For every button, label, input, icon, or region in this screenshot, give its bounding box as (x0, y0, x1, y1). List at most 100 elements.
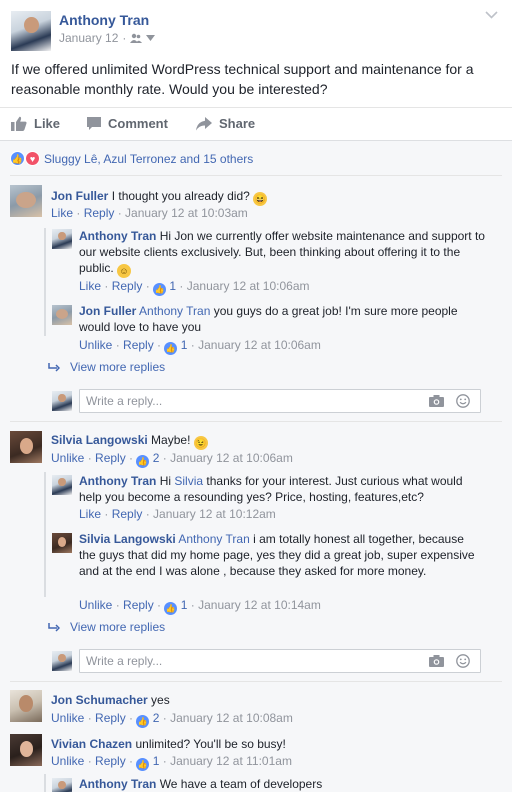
comment-author[interactable]: Jon Schumacher (51, 693, 148, 707)
post-card: Anthony Tran January 12 · If we offered … (0, 0, 512, 141)
reply-like-link[interactable]: Unlike (79, 598, 112, 612)
reply-input[interactable] (80, 390, 400, 412)
reply-mention[interactable]: Silvia (174, 474, 203, 488)
like-count[interactable]: 1 (169, 279, 176, 293)
like-count[interactable]: 1 (181, 338, 188, 352)
reply-meta: Unlike · Reply · 👍 1 · January 12 at 10:… (79, 338, 321, 355)
post-divider (0, 107, 512, 108)
reply-avatar[interactable] (52, 778, 72, 792)
like-count[interactable]: 2 (153, 451, 160, 465)
like-count-icon: 👍 (164, 342, 178, 355)
caret-down-icon[interactable] (146, 35, 156, 41)
like-count-icon: 👍 (164, 602, 178, 615)
post-options-chevron-icon[interactable] (485, 11, 498, 19)
emoji-picker-icon[interactable] (456, 654, 470, 668)
commenter-avatar[interactable] (10, 734, 42, 766)
comment-jon-fuller: Jon Fuller I thought you already did? 😆 (51, 188, 268, 206)
view-more-label: View more replies (70, 620, 166, 634)
post-body-text: If we offered unlimited WordPress techni… (11, 61, 474, 97)
reply-reply-link[interactable]: Reply (112, 507, 143, 521)
comment-like-link[interactable]: Unlike (51, 451, 84, 465)
comment-text: unlimited? You'll be so busy! (135, 737, 286, 751)
reply-time[interactable]: January 12 at 10:06am (187, 279, 310, 293)
reply-like-link[interactable]: Like (79, 279, 101, 293)
reply-box (79, 389, 481, 413)
love-reaction-icon: ♥ (25, 151, 40, 166)
camera-icon[interactable] (429, 655, 444, 667)
reply-box-avatar (52, 391, 72, 411)
reply-author[interactable]: Anthony Tran (79, 474, 156, 488)
reply-anthony-tran: Anthony Tran We have a team of developer… (79, 776, 322, 792)
reply-avatar[interactable] (52, 305, 72, 325)
reply-silvia-langowski: Silvia Langowski Anthony Tran i am total… (79, 531, 479, 579)
like-count-icon: 👍 (136, 758, 150, 771)
like-count-icon: 👍 (153, 283, 167, 296)
comment-vivian-chazen: Vivian Chazen unlimited? You'll be so bu… (51, 736, 286, 752)
comment-author[interactable]: Silvia Langowski (51, 433, 148, 447)
reply-time[interactable]: January 12 at 10:12am (153, 507, 276, 521)
comment-meta: Unlike · Reply · 👍 1 · January 12 at 11:… (51, 754, 292, 771)
view-more-replies[interactable]: View more replies (48, 620, 165, 634)
reply-like-link[interactable]: Like (79, 507, 101, 521)
comment-reply-link[interactable]: Reply (95, 451, 126, 465)
comment-time[interactable]: January 12 at 10:08am (170, 711, 293, 725)
reply-box (79, 649, 481, 673)
like-button[interactable]: Like (11, 116, 60, 131)
comment-like-link[interactable]: Like (51, 206, 73, 220)
commenter-avatar[interactable] (10, 185, 42, 217)
camera-icon[interactable] (429, 395, 444, 407)
reply-reply-link[interactable]: Reply (112, 279, 143, 293)
comment-button[interactable]: Comment (87, 116, 168, 131)
comment-author[interactable]: Vivian Chazen (51, 737, 132, 751)
comment-like-link[interactable]: Unlike (51, 711, 84, 725)
reply-time[interactable]: January 12 at 10:06am (198, 338, 321, 352)
reply-text: you guys do a great job! I'm sure more p… (79, 304, 458, 334)
reply-avatar[interactable] (52, 533, 72, 553)
like-label: Like (34, 116, 61, 131)
reply-mention[interactable]: Anthony Tran (178, 532, 249, 546)
comment-like-link[interactable]: Unlike (51, 754, 84, 768)
comment-time[interactable]: January 12 at 10:03am (125, 206, 248, 220)
reply-author[interactable]: Silvia Langowski (79, 532, 176, 546)
reply-time[interactable]: January 12 at 10:14am (198, 598, 321, 612)
reply-like-link[interactable]: Unlike (79, 338, 112, 352)
reply-reply-link[interactable]: Reply (123, 338, 154, 352)
reply-input[interactable] (80, 650, 400, 672)
like-count[interactable]: 1 (153, 754, 160, 768)
comment-time[interactable]: January 12 at 11:01am (170, 754, 292, 768)
reply-author[interactable]: Jon Fuller (79, 304, 136, 318)
comment-reply-link[interactable]: Reply (95, 711, 126, 725)
reactions-summary[interactable]: 👍 ♥ Sluggy Lê, Azul Terronez and 15 other… (10, 151, 253, 166)
laughing-emoji-icon: 😆 (253, 192, 268, 206)
reply-author[interactable]: Anthony Tran (79, 777, 156, 791)
comment-time[interactable]: January 12 at 10:06am (170, 451, 293, 465)
comment-reply-link[interactable]: Reply (95, 754, 126, 768)
comment-silvia-langowski: Silvia Langowski Maybe! 😉 (51, 432, 208, 450)
comment-meta: Like · Reply · January 12 at 10:03am (51, 206, 248, 220)
reply-meta: Unlike · Reply · 👍 1 · January 12 at 10:… (79, 598, 321, 615)
commenter-avatar[interactable] (10, 690, 42, 722)
like-count[interactable]: 2 (153, 711, 160, 725)
reactions-text: Sluggy Lê, Azul Terronez and 15 others (44, 151, 254, 166)
wink-emoji-icon: 😉 (193, 436, 208, 450)
thread-line (44, 472, 46, 597)
reply-avatar[interactable] (52, 229, 72, 249)
reply-mention[interactable]: Anthony Tran (139, 304, 210, 318)
author-avatar[interactable] (11, 11, 51, 51)
share-label: Share (219, 116, 256, 131)
reply-author[interactable]: Anthony Tran (79, 229, 156, 243)
comment-reply-link[interactable]: Reply (84, 206, 115, 220)
reply-meta: Like · Reply · 👍 1 · January 12 at 10:06… (79, 279, 310, 296)
thumbs-up-icon (11, 116, 27, 131)
share-button[interactable]: Share (196, 116, 255, 131)
post-meta: January 12 · (59, 31, 156, 45)
comment-author[interactable]: Jon Fuller (51, 189, 108, 203)
post-date[interactable]: January 12 (59, 31, 118, 45)
commenter-avatar[interactable] (10, 431, 42, 463)
reply-reply-link[interactable]: Reply (123, 598, 154, 612)
view-more-replies[interactable]: View more replies (48, 360, 165, 374)
like-count[interactable]: 1 (181, 598, 188, 612)
emoji-picker-icon[interactable] (456, 394, 470, 408)
reply-avatar[interactable] (52, 475, 72, 495)
post-author-name[interactable]: Anthony Tran (59, 12, 149, 28)
